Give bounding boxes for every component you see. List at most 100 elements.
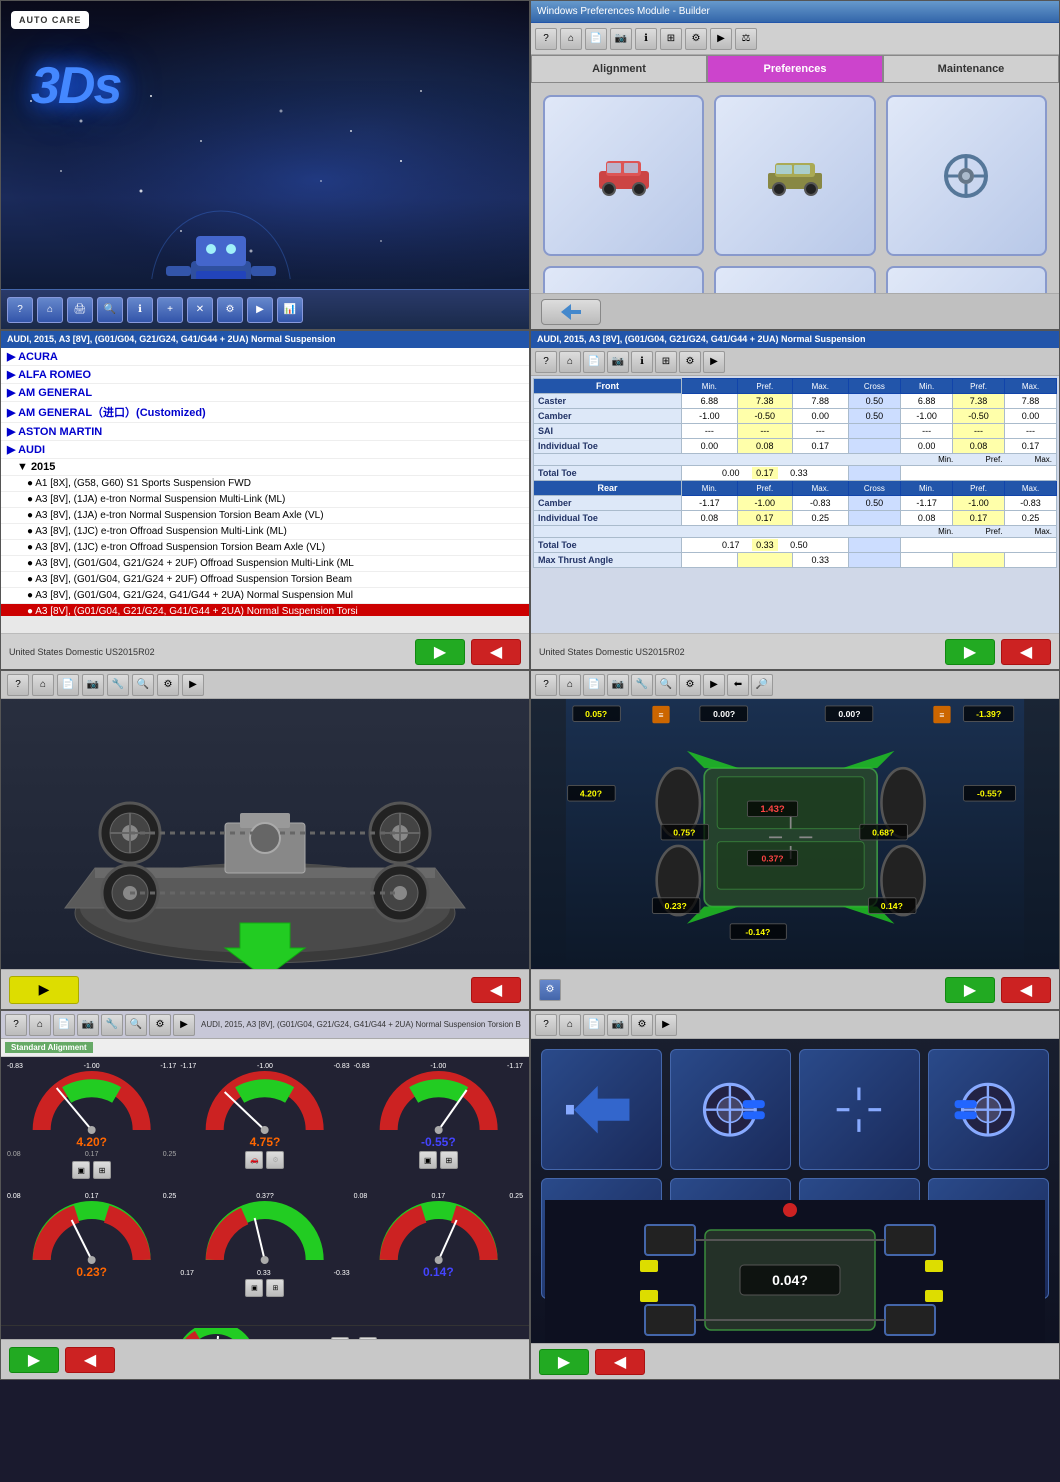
- gear-icon[interactable]: ⚙: [685, 28, 707, 50]
- g-cam[interactable]: 📷: [77, 1014, 99, 1036]
- gc-icon2[interactable]: ⚙: [266, 1151, 284, 1169]
- grid-icon[interactable]: ⊞: [660, 28, 682, 50]
- s-help[interactable]: ?: [535, 1014, 557, 1036]
- list-item[interactable]: ● A3 [8V], (G01/G04, G21/G24 + 2UF) Offr…: [1, 556, 529, 572]
- m-help[interactable]: ?: [535, 674, 557, 696]
- mf-fwd-btn[interactable]: ▶: [945, 977, 995, 1003]
- help-btn[interactable]: ?: [7, 297, 33, 323]
- help-icon[interactable]: ?: [535, 28, 557, 50]
- m-arr1[interactable]: ▶: [703, 674, 725, 696]
- print-btn[interactable]: 🖨: [67, 297, 93, 323]
- pref-sedan-icon[interactable]: [714, 95, 875, 256]
- g1-icon1[interactable]: ▣: [72, 1161, 90, 1179]
- g-wrench[interactable]: 🔧: [101, 1014, 123, 1036]
- pref-car-icon[interactable]: [543, 95, 704, 256]
- list-item[interactable]: ▶ AM GENERAL（进口）(Customized): [1, 402, 529, 423]
- st-gear[interactable]: ⚙: [679, 351, 701, 373]
- list-item[interactable]: ● A3 [8V], (1JC) e-tron Offroad Suspensi…: [1, 540, 529, 556]
- search-btn[interactable]: 🔍: [97, 297, 123, 323]
- list-item[interactable]: ▶ ALFA ROMEO: [1, 366, 529, 384]
- m-zoom[interactable]: 🔎: [751, 674, 773, 696]
- m-home[interactable]: ⌂: [559, 674, 581, 696]
- lift-btn[interactable]: ▶: [9, 976, 79, 1004]
- camera-icon[interactable]: 📷: [610, 28, 632, 50]
- g5-icon1[interactable]: ▣: [245, 1279, 263, 1297]
- m-arr2[interactable]: ⬅: [727, 674, 749, 696]
- vehicle-list[interactable]: ▶ ACURA ▶ ALFA ROMEO ▶ AM GENERAL ▶ AM G…: [1, 348, 529, 616]
- st-grid[interactable]: ⊞: [655, 351, 677, 373]
- list-item[interactable]: ● A1 [8X], (G58, G60) S1 Sports Suspensi…: [1, 476, 529, 492]
- m-doc[interactable]: 📄: [583, 674, 605, 696]
- nav-forward-btn[interactable]: ▶: [415, 639, 465, 665]
- list-item[interactable]: ▶ ACURA: [1, 348, 529, 366]
- play-btn[interactable]: ▶: [247, 297, 273, 323]
- list-item[interactable]: ● A3 [8V], (1JC) e-tron Offroad Suspensi…: [1, 524, 529, 540]
- st-info[interactable]: ℹ: [631, 351, 653, 373]
- s-arr[interactable]: ▶: [655, 1014, 677, 1036]
- g3-icon1[interactable]: ▣: [419, 1151, 437, 1169]
- g5-icon2[interactable]: ⊞: [266, 1279, 284, 1297]
- sf-back-btn[interactable]: ◀: [595, 1349, 645, 1375]
- m-gear[interactable]: ⚙: [679, 674, 701, 696]
- tab-preferences[interactable]: Preferences: [707, 55, 883, 83]
- gf-back-btn[interactable]: ◀: [65, 1347, 115, 1373]
- g-doc[interactable]: 📄: [53, 1014, 75, 1036]
- st-arr[interactable]: ▶: [703, 351, 725, 373]
- wd-help[interactable]: ?: [7, 674, 29, 696]
- specs-back-btn[interactable]: ◀: [1001, 639, 1051, 665]
- list-item[interactable]: ▶ AM GENERAL: [1, 384, 529, 402]
- g-search[interactable]: 🔍: [125, 1014, 147, 1036]
- s-cam[interactable]: 📷: [607, 1014, 629, 1036]
- list-item[interactable]: ▶ AUDI: [1, 441, 529, 459]
- st-doc[interactable]: 📄: [583, 351, 605, 373]
- tab-alignment[interactable]: Alignment: [531, 55, 707, 83]
- specs-fwd-btn[interactable]: ▶: [945, 639, 995, 665]
- chart-btn[interactable]: 📊: [277, 297, 303, 323]
- info-btn[interactable]: ℹ: [127, 297, 153, 323]
- scale-icon[interactable]: ⚖: [735, 28, 757, 50]
- list-item-selected[interactable]: ● A3 [8V], (G01/G04, G21/G24, G41/G44 + …: [1, 604, 529, 616]
- g3-icon2[interactable]: ⊞: [440, 1151, 458, 1169]
- home-btn[interactable]: ⌂: [37, 297, 63, 323]
- list-item[interactable]: ● A3 [8V], (1JA) e-tron Normal Suspensio…: [1, 508, 529, 524]
- nav-back-btn[interactable]: ◀: [471, 639, 521, 665]
- add-btn[interactable]: +: [157, 297, 183, 323]
- sensor-wheel1-icon[interactable]: [670, 1049, 791, 1170]
- st-help[interactable]: ?: [535, 351, 557, 373]
- list-item[interactable]: ▶ ASTON MARTIN: [1, 423, 529, 441]
- wd-back-btn[interactable]: ◀: [471, 977, 521, 1003]
- mf-back-btn[interactable]: ◀: [1001, 977, 1051, 1003]
- pref-wheel-settings-icon[interactable]: [886, 95, 1047, 256]
- st-cam[interactable]: 📷: [607, 351, 629, 373]
- list-item[interactable]: ● A3 [8V], (G01/G04, G21/G24, G41/G44 + …: [1, 588, 529, 604]
- s-home[interactable]: ⌂: [559, 1014, 581, 1036]
- gf-fwd-btn[interactable]: ▶: [9, 1347, 59, 1373]
- sensor-left-arrow-icon[interactable]: [541, 1049, 662, 1170]
- mf-icon[interactable]: ⚙: [539, 979, 561, 1001]
- close-btn[interactable]: ✕: [187, 297, 213, 323]
- gc-icon1[interactable]: 🚗: [245, 1151, 263, 1169]
- g-gear[interactable]: ⚙: [149, 1014, 171, 1036]
- m-wrench[interactable]: 🔧: [631, 674, 653, 696]
- g1-icon2[interactable]: ⊞: [93, 1161, 111, 1179]
- m-cam[interactable]: 📷: [607, 674, 629, 696]
- m-search[interactable]: 🔍: [655, 674, 677, 696]
- g-arr[interactable]: ▶: [173, 1014, 195, 1036]
- st-home[interactable]: ⌂: [559, 351, 581, 373]
- home-icon[interactable]: ⌂: [560, 28, 582, 50]
- list-item[interactable]: ● A3 [8V], (G01/G04, G21/G24 + 2UF) Offr…: [1, 572, 529, 588]
- sensor-wheel2-icon[interactable]: [928, 1049, 1049, 1170]
- list-item[interactable]: ● A3 [8V], (1JA) e-tron Normal Suspensio…: [1, 492, 529, 508]
- sensor-disc-icon[interactable]: [799, 1049, 920, 1170]
- g-help[interactable]: ?: [5, 1014, 27, 1036]
- info-icon2[interactable]: ℹ: [635, 28, 657, 50]
- tab-maintenance[interactable]: Maintenance: [883, 55, 1059, 83]
- s-gear[interactable]: ⚙: [631, 1014, 653, 1036]
- list-item[interactable]: ▼ 2015: [1, 459, 529, 476]
- settings-btn[interactable]: ⚙: [217, 297, 243, 323]
- pref-arrow-icon[interactable]: [541, 299, 601, 325]
- arrow-icon[interactable]: ▶: [710, 28, 732, 50]
- sf-fwd-btn[interactable]: ▶: [539, 1349, 589, 1375]
- doc-icon[interactable]: 📄: [585, 28, 607, 50]
- g-home[interactable]: ⌂: [29, 1014, 51, 1036]
